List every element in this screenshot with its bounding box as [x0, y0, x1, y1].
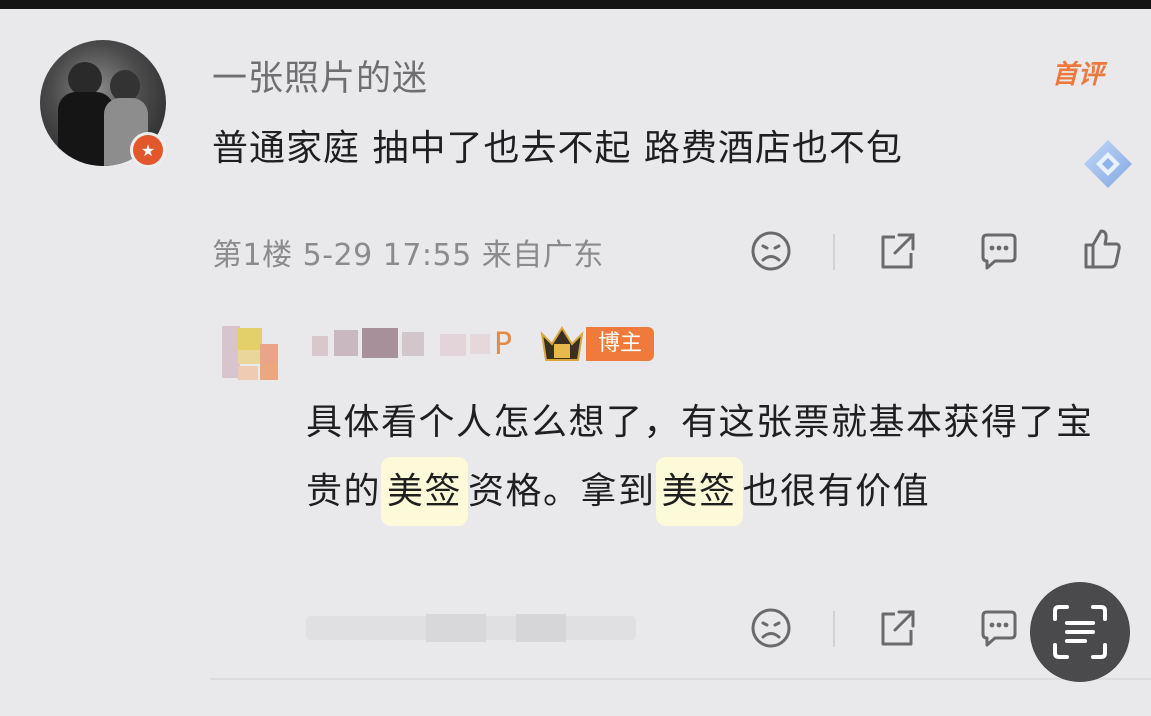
- share-icon[interactable]: [875, 229, 919, 273]
- thumbs-up-icon[interactable]: [1080, 227, 1124, 271]
- scan-text-button[interactable]: [1030, 582, 1130, 682]
- sad-face-icon[interactable]: [749, 229, 793, 273]
- comment-icon[interactable]: [977, 229, 1021, 273]
- comment-icon[interactable]: [977, 606, 1021, 650]
- comment-username[interactable]: 一张照片的迷: [212, 50, 428, 101]
- reply-text: 具体看个人怎么想了，有这张票就基本获得了宝贵的 美签 资格。拿到 美签 也很有价值: [306, 388, 1126, 526]
- action-divider: [833, 234, 835, 270]
- action-divider: [833, 611, 835, 647]
- v-badge-icon: ★: [130, 132, 166, 168]
- section-divider: [210, 678, 1151, 680]
- comment-meta: 第1楼 5-29 17:55 来自广东: [212, 238, 604, 273]
- diamond-decoration-icon: [1084, 140, 1132, 188]
- keyword-highlight[interactable]: 美签: [381, 457, 469, 526]
- sad-face-icon[interactable]: [749, 606, 793, 650]
- author-badge: 博主: [586, 327, 655, 361]
- svg-text:P: P: [494, 327, 512, 362]
- reply-username-blurred[interactable]: P: [312, 322, 522, 362]
- first-comment-badge: 首评: [1052, 60, 1105, 90]
- status-bar: [0, 0, 1151, 9]
- crown-icon: [540, 326, 584, 361]
- comment-text: 普通家庭 抽中了也去不起 路费酒店也不包: [212, 128, 903, 169]
- keyword-highlight[interactable]: 美签: [655, 457, 743, 526]
- reply-meta-blurred: [306, 614, 636, 642]
- scan-text-icon: [1053, 605, 1107, 659]
- reply-avatar[interactable]: [216, 318, 286, 390]
- share-icon[interactable]: [875, 606, 919, 650]
